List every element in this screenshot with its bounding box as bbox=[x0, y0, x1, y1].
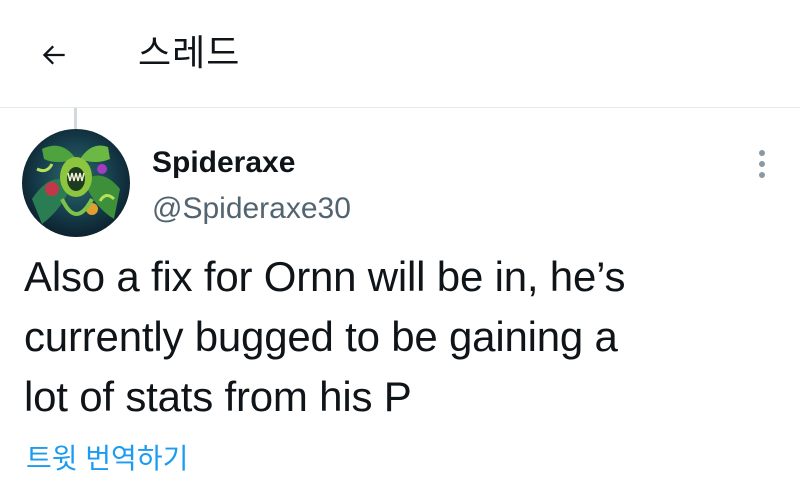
thread-page: 스레드 Spideraxe @Spideraxe30 Also a fix fo… bbox=[0, 0, 800, 504]
more-vertical-icon-dot bbox=[759, 172, 765, 178]
translate-tweet-link[interactable]: 트윗 번역하기 bbox=[26, 440, 188, 478]
back-button[interactable] bbox=[28, 31, 80, 79]
author-handle[interactable]: @Spideraxe30 bbox=[152, 190, 351, 228]
more-options-button[interactable] bbox=[740, 140, 784, 188]
avatar-image bbox=[22, 129, 130, 237]
header-bar: 스레드 bbox=[0, 0, 800, 108]
avatar[interactable] bbox=[22, 129, 130, 237]
author-display-name[interactable]: Spideraxe bbox=[152, 144, 295, 182]
tweet-text: Also a fix for Ornn will be in, he’s cur… bbox=[24, 253, 626, 420]
thread-connector-line bbox=[74, 108, 77, 130]
arrow-left-icon bbox=[42, 45, 65, 65]
more-vertical-icon bbox=[759, 150, 765, 156]
more-vertical-icon-dot bbox=[759, 161, 765, 167]
page-title: 스레드 bbox=[138, 32, 241, 73]
